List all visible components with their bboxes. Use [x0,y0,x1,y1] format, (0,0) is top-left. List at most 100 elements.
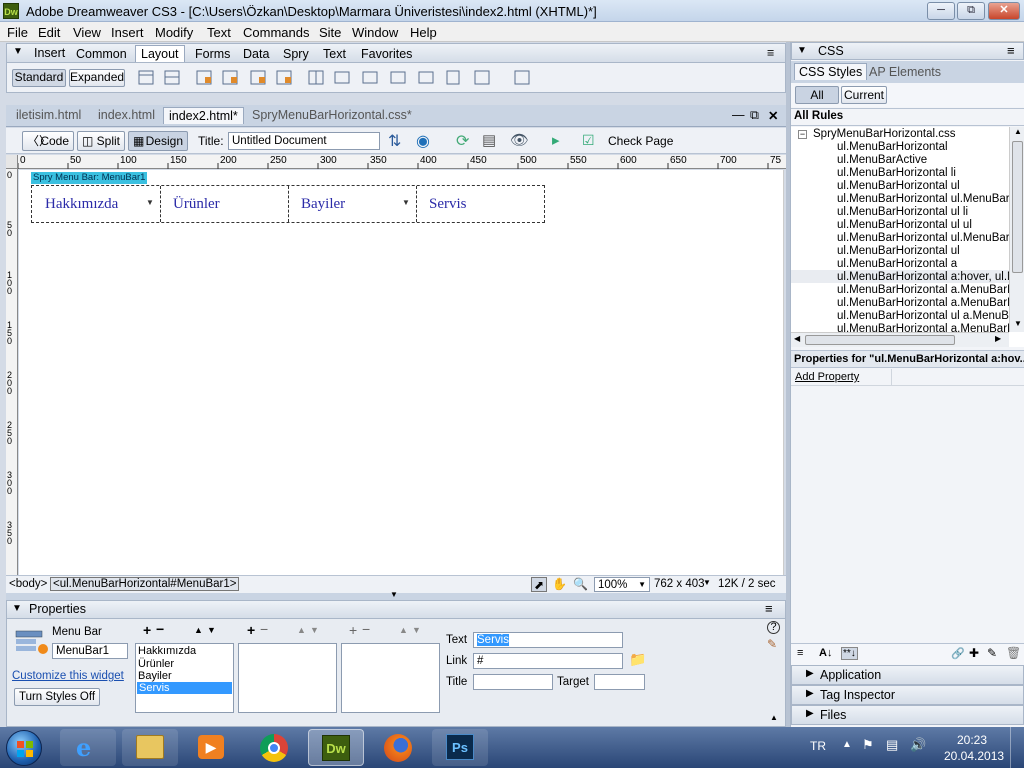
css-rule[interactable]: ul.MenuBarHorizontal ul li [837,206,968,218]
menu-view[interactable]: View [73,25,101,40]
quick-tag-editor-icon[interactable]: ✎ [767,637,777,651]
restore-button[interactable]: ⧉ [957,2,985,20]
tag-inspector-panel[interactable]: ▶ Tag Inspector [791,685,1024,705]
add-property-link[interactable]: Add Property [795,371,859,383]
css-rule-selected[interactable]: ul.MenuBarHorizontal a:hover, ul.M [837,271,1017,283]
tab-favorites[interactable]: Favorites [361,47,412,61]
remove-item-icon[interactable]: − [260,621,268,637]
edit-style-icon[interactable]: ✎ [987,646,997,660]
tab-css-styles[interactable]: CSS Styles [794,63,868,80]
move-down-icon[interactable]: ▼ [207,625,216,635]
remove-item-icon[interactable]: − [156,621,164,637]
css-rule[interactable]: ul.MenuBarHorizontal ul [837,180,960,192]
file-management-icon[interactable]: ⇅ [388,131,401,151]
design-view-button[interactable]: ▦ Design [128,131,188,151]
css-rule[interactable]: ul.MenuBarHorizontal ul.MenuBarSu [837,232,1024,244]
collapse-triangle-icon[interactable]: ▼ [13,46,23,57]
select-tool-icon[interactable]: ⬈ [531,577,547,592]
move-up-icon[interactable]: ▲ [194,625,203,635]
css-rule[interactable]: ul.MenuBarActive [837,154,927,166]
tab-index[interactable]: index.html [98,108,155,122]
new-css-rule-icon[interactable]: ✚ [969,646,979,660]
rules-horizontal-scrollbar[interactable]: ◀ ▶ [791,332,1009,347]
tab-index2[interactable]: index2.html* [163,107,244,124]
preview-browser-icon[interactable]: ◉ [416,131,430,151]
css-rules-tree[interactable]: − SpryMenuBarHorizontal.css ul.MenuBarHo… [791,127,1024,347]
expand-triangle-icon[interactable]: ▶ [806,708,814,719]
collapse-triangle-icon[interactable]: ▼ [797,45,807,56]
application-panel[interactable]: ▶ Application [791,665,1024,685]
tab-forms[interactable]: Forms [195,47,230,61]
network-icon[interactable]: ▤ [886,737,898,753]
clock-date[interactable]: 20.04.2013 [944,749,1004,763]
menu-window[interactable]: Window [352,25,398,40]
target-input[interactable] [594,674,645,690]
check-page-button[interactable]: Check Page [608,134,673,148]
widget-id-input[interactable]: MenuBar1 [52,643,128,659]
tab-iletisim[interactable]: iletisim.html [16,108,81,122]
add-item-icon[interactable]: + [247,622,255,638]
customize-widget-link[interactable]: Customize this widget [12,670,124,682]
chevron-down-icon[interactable]: ▼ [703,578,711,587]
current-button[interactable]: Current [841,86,887,104]
view-options-icon[interactable]: ▤ [482,131,496,149]
clock-time[interactable]: 20:23 [957,733,987,747]
start-button[interactable] [6,730,42,766]
expand-arrow-icon[interactable]: ▲ [770,713,778,722]
panel-options-icon[interactable]: ≡ [1007,43,1015,58]
css-rule[interactable]: ul.MenuBarHorizontal ul.MenuBarSu [837,193,1024,205]
refresh-icon[interactable]: ⟳ [456,131,469,151]
close-button[interactable]: ✕ [988,2,1020,20]
text-input[interactable]: Servis [473,632,623,648]
submenu-items-list[interactable] [238,643,337,713]
menu-items-list[interactable]: Hakkımızda Ürünler Bayiler Servis [135,643,234,713]
taskbar-ie[interactable]: e [60,729,116,766]
menu-file[interactable]: File [7,25,28,40]
expand-triangle-icon[interactable]: ▶ [806,688,814,699]
language-indicator[interactable]: TR [810,739,826,753]
delete-css-rule-icon[interactable]: 🗑 [1006,646,1021,660]
css-rule[interactable]: ul.MenuBarHorizontal li [837,167,956,179]
scroll-left-icon[interactable]: ◀ [794,334,800,343]
move-down-icon[interactable]: ▼ [412,625,421,635]
tab-text[interactable]: Text [323,47,346,61]
doc-close-icon[interactable]: ✕ [768,108,778,123]
zoom-select[interactable]: 100% ▼ [594,577,650,592]
menu-edit[interactable]: Edit [38,25,60,40]
scroll-thumb[interactable] [1012,141,1023,273]
list-item[interactable]: Ürünler [136,658,233,670]
browse-folder-icon[interactable]: 📁 [629,651,646,668]
taskbar-firefox[interactable] [370,729,426,766]
panel-splitter[interactable]: ▼ [6,590,786,600]
attach-stylesheet-icon[interactable]: 🔗 [951,647,965,660]
list-item[interactable]: Bayiler [136,670,233,682]
menu-text[interactable]: Text [207,25,231,40]
alphabetical-view-icon[interactable]: A↓ [819,647,832,659]
add-item-icon[interactable]: + [143,622,151,638]
expanded-mode-button[interactable]: Expanded [69,69,125,87]
menu-modify[interactable]: Modify [155,25,193,40]
menu-help[interactable]: Help [410,25,437,40]
expand-triangle-icon[interactable]: ▶ [806,668,814,679]
panel-options-icon[interactable]: ≡ [767,46,774,60]
layout-tool-icons[interactable] [135,69,535,87]
menu-insert[interactable]: Insert [111,25,144,40]
move-up-icon[interactable]: ▲ [297,625,306,635]
all-button[interactable]: All [795,86,839,104]
taskbar-photoshop[interactable]: Ps [432,729,488,766]
set-properties-view-icon[interactable]: **↓ [841,647,858,660]
tag-selector-ul[interactable]: <ul.MenuBarHorizontal#MenuBar1> [50,577,240,591]
spry-widget-tab[interactable]: Spry Menu Bar: MenuBar1 [31,172,148,184]
check-page-icon[interactable]: ☑ [582,132,595,149]
css-rule[interactable]: ul.MenuBarHorizontal ul [837,245,960,257]
code-view-button[interactable]: 〈〉 Code [22,131,74,151]
hand-tool-icon[interactable]: ✋ [552,577,567,591]
doc-minimize-icon[interactable]: — [732,108,745,122]
turn-styles-off-button[interactable]: Turn Styles Off [14,688,100,706]
taskbar-explorer[interactable] [122,729,178,766]
css-rule[interactable]: ul.MenuBarHorizontal a.MenuBarIte [837,284,1020,296]
add-item-icon[interactable]: + [349,622,357,638]
tab-data[interactable]: Data [243,47,269,61]
ruler-origin[interactable] [6,155,18,169]
help-icon[interactable]: ? [767,621,780,634]
